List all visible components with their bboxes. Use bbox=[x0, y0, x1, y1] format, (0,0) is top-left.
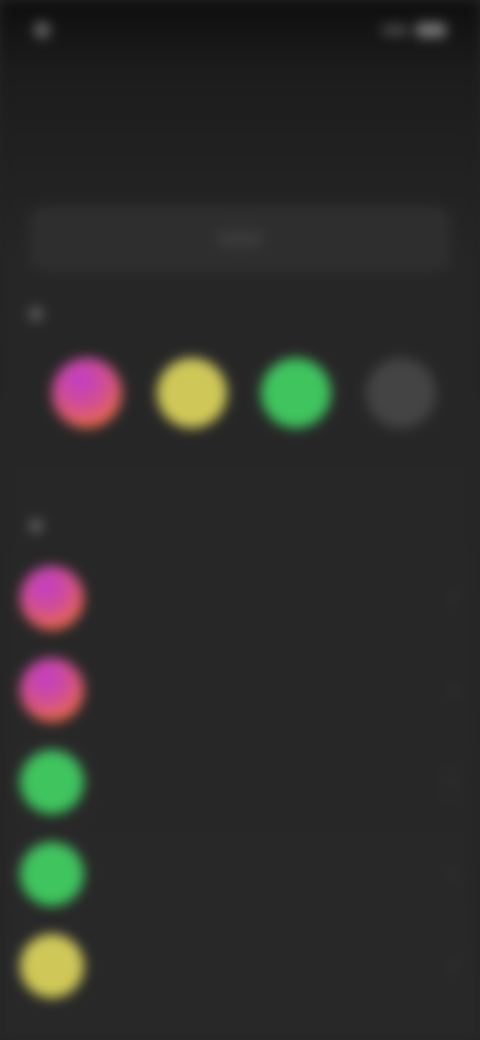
avatar bbox=[20, 658, 84, 722]
quick-contact[interactable] bbox=[358, 358, 444, 446]
app-indicator-icon bbox=[34, 22, 50, 38]
action-bar[interactable] bbox=[30, 206, 450, 272]
more-icon[interactable] bbox=[365, 358, 436, 428]
quick-contact[interactable] bbox=[253, 358, 339, 446]
screen: › › › › › bbox=[0, 0, 480, 1040]
avatar bbox=[20, 750, 84, 814]
list-item[interactable]: › bbox=[0, 644, 480, 736]
section-icon bbox=[30, 520, 42, 532]
avatar[interactable] bbox=[156, 358, 227, 428]
section-header-quick bbox=[30, 308, 54, 320]
list-item[interactable]: › bbox=[0, 736, 480, 828]
chevron-right-icon: › bbox=[450, 955, 456, 976]
chevron-right-icon: › bbox=[450, 863, 456, 884]
chevron-right-icon: › bbox=[450, 587, 456, 608]
signal-icon bbox=[382, 25, 408, 35]
status-bar bbox=[0, 0, 480, 60]
contact-list: › › › › › bbox=[0, 552, 480, 1012]
chevron-right-icon: › bbox=[450, 679, 456, 700]
battery-icon bbox=[416, 23, 446, 37]
status-right bbox=[374, 23, 446, 37]
avatar bbox=[20, 842, 84, 906]
section-header-list bbox=[30, 520, 54, 532]
quick-contact[interactable] bbox=[149, 358, 235, 446]
section-icon bbox=[30, 308, 42, 320]
action-button[interactable] bbox=[216, 231, 264, 247]
list-item[interactable]: › bbox=[0, 920, 480, 1012]
avatar[interactable] bbox=[261, 358, 332, 428]
quick-contacts-row bbox=[44, 358, 444, 446]
list-item[interactable]: › bbox=[0, 828, 480, 920]
status-left bbox=[34, 22, 60, 38]
quick-contact[interactable] bbox=[44, 358, 130, 446]
avatar[interactable] bbox=[52, 358, 122, 428]
list-item[interactable]: › bbox=[0, 552, 480, 644]
header bbox=[0, 100, 480, 116]
avatar bbox=[20, 934, 84, 998]
avatar bbox=[20, 566, 84, 630]
chevron-right-icon: › bbox=[450, 771, 456, 792]
